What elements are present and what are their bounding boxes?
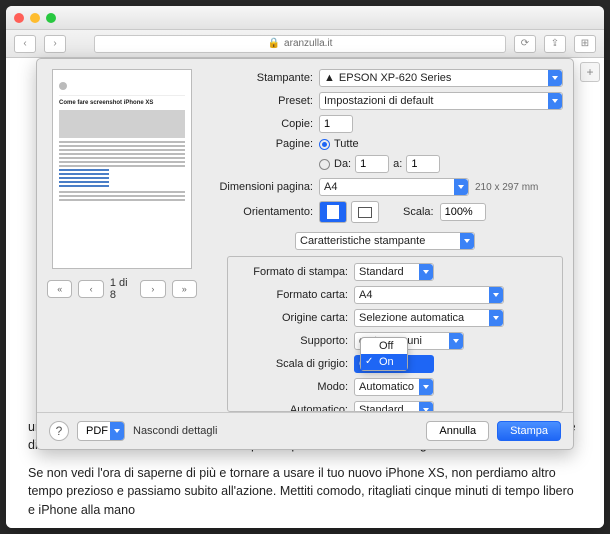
orientation-portrait-button[interactable]: [319, 201, 347, 223]
safari-window: ‹ › 🔒 aranzulla.it ⟳ ⇪ ⊞ un istantanea d…: [6, 6, 604, 528]
close-window-button[interactable]: [14, 13, 24, 23]
grayscale-popup: Off On: [360, 337, 408, 371]
label-orientation: Orientamento:: [207, 206, 319, 218]
pager-next-button[interactable]: ›: [140, 280, 165, 298]
grayscale-option-on[interactable]: On: [361, 354, 407, 370]
print-dialog-footer: ? PDF Nascondi dettagli Annulla Stampa: [37, 412, 573, 449]
forward-button[interactable]: ›: [44, 35, 66, 53]
pager-label: 1 di 8: [110, 277, 134, 301]
window-controls: [14, 13, 56, 23]
share-button[interactable]: ⇪: [544, 35, 566, 53]
page-size-select[interactable]: A4: [319, 178, 469, 196]
tabs-button[interactable]: ⊞: [574, 35, 596, 53]
paper-source-select[interactable]: Selezione automatica: [354, 309, 504, 327]
label-preset: Preset:: [207, 95, 319, 107]
label-page-size: Dimensioni pagina:: [207, 181, 319, 193]
lock-icon: 🔒: [268, 38, 280, 49]
grayscale-option-off[interactable]: Off: [361, 338, 407, 354]
label-printer: Stampante:: [207, 72, 319, 84]
orientation-landscape-button[interactable]: [351, 201, 379, 223]
pages-to-label: a:: [393, 158, 402, 170]
back-button[interactable]: ‹: [14, 35, 36, 53]
print-options: Stampante: ▲ EPSON XP-620 Series Preset:…: [207, 69, 563, 412]
reload-button[interactable]: ⟳: [514, 35, 536, 53]
print-preview-column: Come fare screenshot iPhone XS « ‹ 1 di …: [47, 69, 197, 412]
printer-features-panel: Formato di stampa:Standard Formato carta…: [227, 256, 563, 412]
label-copies: Copie:: [207, 118, 319, 130]
url-host: aranzulla.it: [284, 38, 332, 49]
paper-format-select[interactable]: A4: [354, 286, 504, 304]
pager-first-button[interactable]: «: [47, 280, 72, 298]
browser-toolbar: ‹ › 🔒 aranzulla.it ⟳ ⇪ ⊞: [6, 30, 604, 58]
pager-prev-button[interactable]: ‹: [78, 280, 103, 298]
label-pages: Pagine:: [207, 138, 319, 150]
print-button[interactable]: Stampa: [497, 421, 561, 441]
preset-select[interactable]: Impostazioni di default: [319, 92, 563, 110]
auto-select[interactable]: Standard: [354, 401, 434, 412]
preview-pager: « ‹ 1 di 8 › »: [47, 277, 197, 301]
new-tab-button[interactable]: +: [580, 62, 600, 82]
pages-all-radio[interactable]: [319, 139, 330, 150]
window-titlebar: [6, 6, 604, 30]
pdf-menu[interactable]: PDF: [77, 421, 125, 441]
cancel-button[interactable]: Annulla: [426, 421, 489, 441]
hide-details-button[interactable]: Nascondi dettagli: [133, 425, 217, 437]
scale-input[interactable]: [440, 203, 486, 221]
address-bar[interactable]: 🔒 aranzulla.it: [94, 35, 506, 53]
pages-from-label: Da:: [334, 158, 351, 170]
article-paragraph: Se non vedi l'ora di saperne di più e to…: [28, 464, 582, 518]
pages-all-label: Tutte: [334, 138, 359, 150]
minimize-window-button[interactable]: [30, 13, 40, 23]
pager-last-button[interactable]: »: [172, 280, 197, 298]
zoom-window-button[interactable]: [46, 13, 56, 23]
print-section-select[interactable]: Caratteristiche stampante: [295, 232, 475, 250]
print-dialog: Come fare screenshot iPhone XS « ‹ 1 di …: [36, 58, 574, 450]
copies-input[interactable]: [319, 115, 353, 133]
page-preview: Come fare screenshot iPhone XS: [52, 69, 192, 269]
mode-select[interactable]: Automatico: [354, 378, 434, 396]
print-format-select[interactable]: Standard: [354, 263, 434, 281]
pages-to-input[interactable]: [406, 155, 440, 173]
printer-select[interactable]: ▲ EPSON XP-620 Series: [319, 69, 563, 87]
label-scale: Scala:: [403, 206, 434, 218]
pages-from-input[interactable]: [355, 155, 389, 173]
pages-range-radio[interactable]: [319, 159, 330, 170]
help-button[interactable]: ?: [49, 421, 69, 441]
page-size-mm: 210 x 297 mm: [475, 182, 538, 193]
